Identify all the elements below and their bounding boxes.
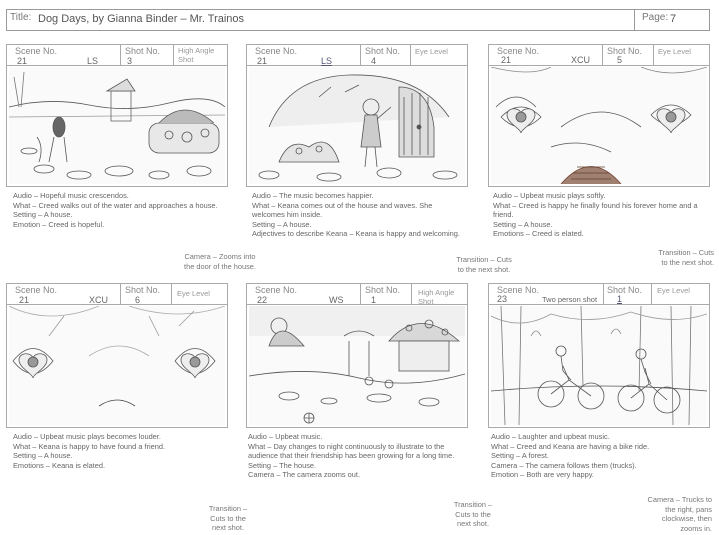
shot-label: Shot No. [125, 285, 161, 295]
transition-note: Transition – Cuts to the next shot. [658, 248, 714, 267]
shot-number: 6 [135, 295, 141, 305]
scene-label: Scene No. [255, 46, 298, 56]
camera-note: Camera – Zooms into the door of the hous… [184, 252, 256, 271]
storyboard-panel-3: Scene No. 21 XCU Shot No. 5 Eye Level [488, 44, 710, 187]
panel-3-description: Audio – Upbeat music plays softly. What … [493, 191, 698, 239]
page-number: 7 [670, 13, 677, 25]
camera-angle: Eye Level [658, 47, 691, 56]
shot-label: Shot No. [607, 285, 643, 295]
panel-4-description: Audio – Upbeat music plays becomes loude… [13, 432, 166, 470]
title-label: Title: [10, 12, 32, 23]
panel-6-description: Audio – Laughter and upbeat music. What … [491, 432, 650, 480]
sketch-image [491, 306, 707, 425]
shot-label: Shot No. [365, 285, 401, 295]
panel-1-description: Audio – Hopeful music crescendos. What –… [13, 191, 218, 229]
scene-number: 21 [501, 55, 512, 65]
scene-number: 23 [497, 294, 508, 304]
storyboard-panel-6: Scene No. 23 Two person shot Shot No. 1 … [488, 283, 710, 428]
shot-number: 1 [617, 294, 623, 304]
storyboard-panel-1: Scene No. 21 LS Shot No. 3 High Angle Sh… [6, 44, 228, 187]
sketch-image [491, 67, 707, 184]
camera-angle: Eye Level [657, 286, 690, 295]
storyboard-panel-4: Scene No. 21 XCU Shot No. 6 Eye Level [6, 283, 228, 428]
shot-label: Shot No. [607, 46, 643, 56]
sketch-image [9, 67, 225, 184]
shot-type: XCU [89, 295, 109, 305]
panel-5-description: Audio – Upbeat music. What – Day changes… [248, 432, 455, 480]
storyboard-title: Dog Days, by Gianna Binder – Mr. Trainos [38, 13, 245, 25]
sketch-image [249, 67, 465, 184]
page-label: Page: [642, 12, 669, 23]
scene-number: 21 [19, 295, 30, 305]
scene-label: Scene No. [15, 285, 58, 295]
shot-label: Shot No. [365, 46, 401, 56]
scene-number: 21 [17, 56, 28, 66]
scene-label: Scene No. [255, 285, 298, 295]
shot-type: WS [329, 295, 344, 305]
camera-angle: High Angle Shot [418, 288, 455, 306]
panel-header: Scene No. 21 XCU Shot No. 5 Eye Level [489, 45, 709, 66]
camera-note: Camera – Trucks to the right, pans clock… [647, 495, 712, 533]
sketch-image [9, 306, 225, 425]
scene-number: 21 [257, 56, 268, 66]
panel-header: Scene No. 23 Two person shot Shot No. 1 … [489, 284, 709, 305]
panel-header: Scene No. 21 LS Shot No. 3 High Angle Sh… [7, 45, 227, 66]
shot-type: LS [321, 56, 333, 66]
shot-number: 3 [127, 56, 133, 66]
shot-number: 1 [371, 295, 377, 305]
storyboard-panel-5: Scene No. 22 WS Shot No. 1 High Angle Sh… [246, 283, 468, 428]
transition-note: Transition – Cuts to the next shot. [456, 255, 512, 274]
panel-header: Scene No. 22 WS Shot No. 1 High Angle Sh… [247, 284, 467, 306]
panel-header: Scene No. 21 XCU Shot No. 6 Eye Level [7, 284, 227, 305]
panel-header: Scene No. 21 LS Shot No. 4 Eye Level [247, 45, 467, 66]
shot-type: Two person shot [542, 295, 598, 304]
camera-angle: Eye Level [415, 47, 448, 56]
camera-angle: High Angle Shot [178, 46, 215, 64]
shot-number: 5 [617, 55, 623, 65]
panel-2-description: Audio – The music becomes happier. What … [252, 191, 460, 239]
scene-label: Scene No. [15, 46, 58, 56]
shot-number: 4 [371, 56, 377, 66]
shot-type: XCU [571, 55, 591, 65]
shot-type: LS [87, 56, 99, 66]
page-divider [634, 9, 635, 31]
transition-note: Transition – Cuts to the next shot. [453, 500, 493, 529]
sketch-image [249, 306, 465, 425]
shot-label: Shot No. [125, 46, 161, 56]
camera-angle: Eye Level [177, 289, 210, 298]
transition-note: Transition – Cuts to the next shot. [208, 504, 248, 533]
storyboard-panel-2: Scene No. 21 LS Shot No. 4 Eye Level [246, 44, 468, 187]
scene-number: 22 [257, 295, 268, 305]
